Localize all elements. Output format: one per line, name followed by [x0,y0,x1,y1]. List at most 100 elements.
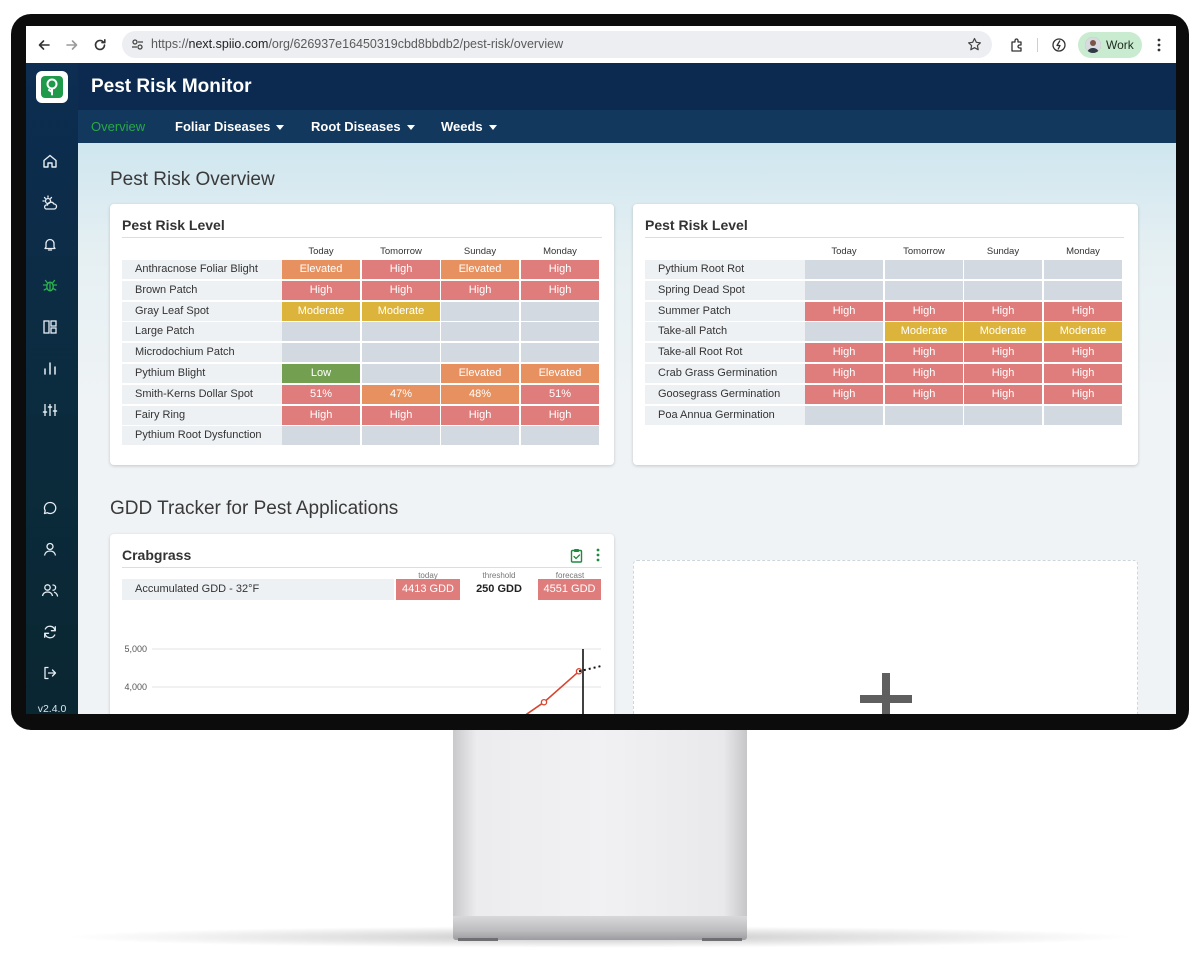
risk-cell[interactable]: Moderate [1044,322,1122,342]
risk-cell[interactable] [805,280,883,300]
risk-cell[interactable]: 51% [282,384,360,404]
risk-cell[interactable]: High [1044,343,1122,363]
risk-cell[interactable]: 48% [441,384,519,404]
risk-cell[interactable]: High [885,363,963,383]
risk-cell[interactable]: High [964,384,1042,404]
card-menu-icon[interactable] [596,548,600,567]
extensions-icon[interactable] [1006,34,1028,56]
address-bar[interactable]: https://next.spiio.com/org/626937e164503… [122,31,992,58]
browser-menu-icon[interactable] [1148,34,1170,56]
tab-foliar-diseases[interactable]: Foliar Diseases [175,119,285,134]
dashboard-icon[interactable] [40,317,60,337]
app-logo[interactable] [36,71,68,103]
gdd-row-label: Accumulated GDD - 32°F [122,579,394,600]
risk-cell[interactable] [362,322,440,342]
risk-cell[interactable]: High [362,405,440,425]
tab-root-diseases[interactable]: Root Diseases [311,119,415,134]
risk-cell[interactable] [885,405,963,425]
sync-icon[interactable] [40,622,60,642]
pest-icon[interactable] [40,275,60,295]
risk-cell[interactable]: High [805,363,883,383]
risk-cell[interactable] [805,260,883,279]
risk-cell[interactable]: High [521,260,599,279]
risk-cell[interactable] [885,280,963,300]
bookmark-star-icon[interactable] [967,37,982,57]
risk-cell[interactable] [441,301,519,321]
risk-cell[interactable]: High [885,301,963,321]
risk-cell[interactable] [964,260,1042,279]
risk-cell[interactable]: High [805,301,883,321]
risk-cell[interactable] [1044,280,1122,300]
risk-cell[interactable]: High [964,363,1042,383]
profile-chip[interactable]: Work [1078,32,1142,58]
forward-icon[interactable] [61,34,83,56]
risk-cell[interactable] [805,322,883,342]
alerts-icon[interactable] [40,234,60,254]
site-settings-icon[interactable] [131,38,144,56]
performance-icon[interactable] [1048,34,1070,56]
settings-sliders-icon[interactable] [40,400,60,420]
risk-cell[interactable] [441,426,519,446]
risk-cell[interactable]: High [521,280,599,300]
risk-cell[interactable] [521,426,599,446]
home-icon[interactable] [40,151,60,171]
risk-cell[interactable]: High [1044,363,1122,383]
risk-cell[interactable] [805,405,883,425]
risk-cell[interactable]: High [282,405,360,425]
risk-cell[interactable] [441,343,519,363]
risk-cell[interactable] [362,343,440,363]
user-icon[interactable] [40,539,60,559]
risk-cell[interactable] [521,343,599,363]
risk-cell[interactable]: Moderate [964,322,1042,342]
chat-icon[interactable] [40,498,60,518]
risk-cell[interactable] [282,426,360,446]
back-icon[interactable] [33,34,55,56]
risk-cell[interactable] [521,301,599,321]
risk-cell[interactable] [362,426,440,446]
tab-overview[interactable]: Overview [91,119,145,134]
risk-cell[interactable]: High [441,405,519,425]
logout-icon[interactable] [40,663,60,683]
risk-cell[interactable]: High [521,405,599,425]
risk-cell[interactable] [282,343,360,363]
risk-cell[interactable]: High [964,343,1042,363]
risk-cell[interactable] [362,363,440,383]
risk-cell[interactable]: Elevated [441,363,519,383]
weather-icon[interactable] [40,193,60,213]
risk-cell[interactable]: High [885,343,963,363]
risk-cell[interactable]: High [805,384,883,404]
risk-cell[interactable] [521,322,599,342]
risk-cell[interactable]: Moderate [362,301,440,321]
risk-cell[interactable] [964,405,1042,425]
risk-cell[interactable]: Elevated [521,363,599,383]
risk-cell[interactable]: High [362,260,440,279]
risk-cell[interactable]: High [885,384,963,404]
clipboard-icon[interactable] [570,548,583,568]
risk-cell[interactable]: High [282,280,360,300]
risk-cell[interactable]: High [441,280,519,300]
add-tracker-card[interactable] [633,560,1138,714]
risk-cell[interactable]: High [964,301,1042,321]
add-icon[interactable] [856,669,916,714]
risk-cell[interactable]: 47% [362,384,440,404]
risk-cell[interactable] [1044,405,1122,425]
risk-cell[interactable]: Moderate [885,322,963,342]
risk-cell[interactable]: Moderate [282,301,360,321]
risk-cell[interactable]: Elevated [282,260,360,279]
risk-cell[interactable] [885,260,963,279]
risk-cell[interactable]: High [805,343,883,363]
analytics-icon[interactable] [40,358,60,378]
risk-cell[interactable] [1044,260,1122,279]
tab-weeds[interactable]: Weeds [441,119,497,134]
risk-cell[interactable]: Low [282,363,360,383]
risk-cell[interactable]: High [362,280,440,300]
reload-icon[interactable] [89,34,111,56]
team-icon[interactable] [40,580,60,600]
risk-cell[interactable] [964,280,1042,300]
risk-cell[interactable]: High [1044,384,1122,404]
risk-cell[interactable]: High [1044,301,1122,321]
risk-cell[interactable] [282,322,360,342]
risk-cell[interactable]: Elevated [441,260,519,279]
risk-cell[interactable]: 51% [521,384,599,404]
risk-cell[interactable] [441,322,519,342]
